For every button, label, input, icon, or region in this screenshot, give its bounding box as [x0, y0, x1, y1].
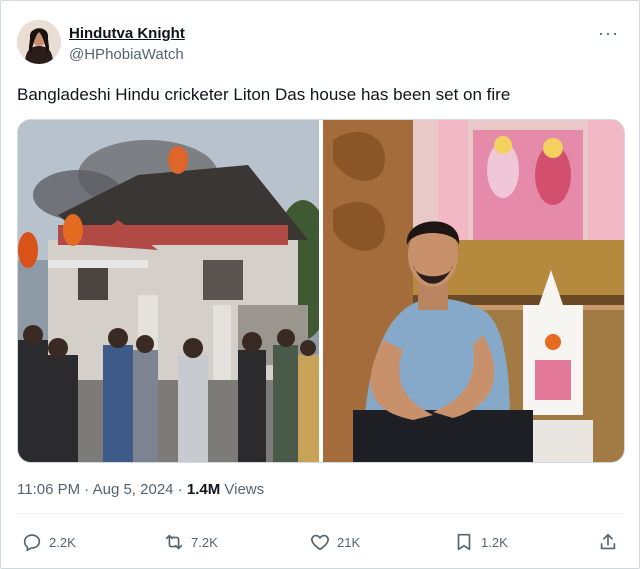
author-display-name[interactable]: Hindutva Knight — [69, 25, 185, 42]
meta-separator: · — [177, 481, 183, 498]
bookmark-button[interactable]: 1.2K — [453, 531, 508, 553]
tweet-date[interactable]: Aug 5, 2024 — [93, 481, 174, 498]
tweet-time[interactable]: 11:06 PM — [17, 481, 80, 498]
more-horizontal-icon[interactable]: ··· — [598, 23, 619, 44]
heart-icon — [311, 534, 329, 551]
retweet-count: 7.2K — [191, 534, 218, 550]
tweet-media[interactable] — [17, 119, 625, 463]
tweet-meta: 11:06 PM · Aug 5, 2024 · 1.4M Views — [17, 481, 264, 498]
house-on-fire-photo[interactable] — [18, 120, 333, 462]
share-icon — [600, 533, 616, 550]
tweet-card: Hindutva Knight @HPhobiaWatch ··· Bangla… — [0, 0, 640, 569]
share-button[interactable] — [597, 531, 619, 553]
tweet-text: Bangladeshi Hindu cricketer Liton Das ho… — [17, 85, 511, 104]
avatar[interactable] — [17, 20, 61, 64]
meta-separator: · — [84, 481, 90, 498]
like-count: 21K — [337, 534, 361, 550]
retweet-icon — [165, 534, 183, 550]
retweet-button[interactable]: 7.2K — [163, 531, 218, 553]
views-label: Views — [224, 481, 265, 498]
reply-button[interactable]: 2.2K — [21, 531, 76, 553]
like-button[interactable]: 21K — [309, 531, 360, 553]
reply-count: 2.2K — [49, 534, 76, 550]
views-count: 1.4M — [186, 481, 221, 498]
action-bar: 2.2K 7.2K 21K 1.2K — [1, 531, 640, 559]
divider — [17, 513, 623, 514]
reply-icon — [23, 534, 41, 552]
man-seated-near-shrine-photo[interactable] — [323, 120, 624, 462]
bookmark-icon — [457, 533, 471, 551]
bookmark-count: 1.2K — [481, 534, 508, 550]
author-handle[interactable]: @HPhobiaWatch — [69, 46, 184, 63]
